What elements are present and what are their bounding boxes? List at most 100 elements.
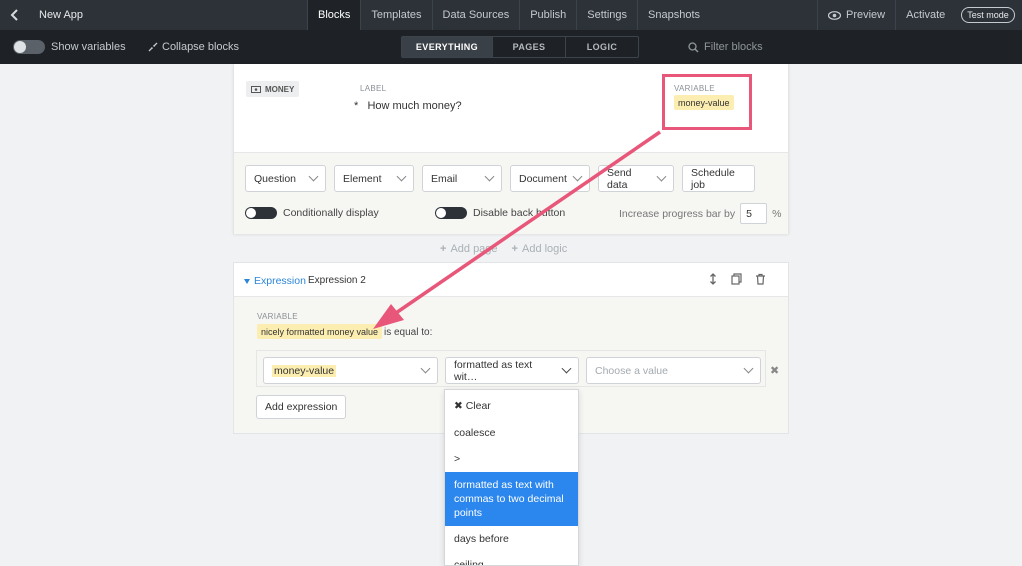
filter-blocks-placeholder: Filter blocks — [704, 41, 763, 53]
expression-name[interactable]: Expression 2 — [308, 275, 366, 286]
chevron-down-icon — [743, 363, 754, 374]
add-row: + Add page + Add logic — [440, 243, 567, 255]
conditionally-display-label: Conditionally display — [283, 207, 379, 219]
tab-blocks[interactable]: Blocks — [307, 0, 361, 30]
show-variables-toggle[interactable]: Show variables — [13, 40, 126, 54]
disable-back-toggle[interactable]: Disable back button — [435, 207, 565, 219]
progress-unit: % — [772, 207, 782, 220]
tab-settings[interactable]: Settings — [576, 0, 637, 30]
add-logic-label: Add logic — [521, 243, 568, 255]
value-select[interactable]: Choose a value — [586, 357, 761, 384]
add-page-label: Add page — [450, 243, 498, 255]
collapse-blocks-label: Collapse blocks — [162, 41, 240, 53]
view-filter-tabs: EVERYTHING PAGES LOGIC — [401, 36, 639, 58]
required-marker: * — [354, 100, 359, 112]
topbar-actions: Preview Activate Test mode — [817, 0, 1015, 30]
block-type-label: MONEY — [265, 84, 295, 94]
menu-item-ceiling[interactable]: ceiling — [445, 552, 578, 565]
toolbar: Show variables Collapse blocks EVERYTHIN… — [0, 30, 1022, 64]
progress-bar-setting: Increase progress bar by 5 % — [619, 203, 782, 224]
collapse-icon — [148, 42, 158, 52]
move-icon[interactable] — [708, 273, 718, 285]
duplicate-icon[interactable] — [731, 273, 742, 285]
collapse-blocks-button[interactable]: Collapse blocks — [148, 41, 239, 53]
back-button[interactable] — [0, 0, 30, 30]
chevron-down-icon — [572, 171, 583, 182]
disable-back-switch[interactable] — [435, 207, 467, 219]
menu-item-days-before[interactable]: days before — [445, 526, 578, 552]
value-placeholder: Choose a value — [595, 364, 668, 377]
tab-snapshots[interactable]: Snapshots — [637, 0, 710, 30]
progress-label: Increase progress bar by — [619, 207, 736, 220]
show-variables-switch[interactable] — [13, 40, 45, 54]
progress-input[interactable]: 5 — [740, 203, 768, 224]
caret-down-icon — [244, 278, 250, 284]
document-dropdown[interactable]: Document — [510, 165, 590, 192]
menu-item-formatted-as-text[interactable]: formatted as text with commas to two dec… — [445, 472, 578, 526]
operator-value: formatted as text wit… — [454, 358, 533, 383]
operator-dropdown-menu: ✖ Clear coalesce > formatted as text wit… — [444, 389, 579, 566]
preview-button[interactable]: Preview — [817, 0, 895, 30]
menu-item-clear[interactable]: ✖ Clear — [445, 390, 578, 420]
preview-label: Preview — [846, 9, 886, 21]
annotation-highlight-box — [662, 74, 752, 130]
chevron-down-icon — [420, 363, 431, 374]
plus-icon: + — [511, 243, 518, 255]
expression-row: money-value formatted as text wit… Choos… — [256, 350, 766, 387]
tab-everything[interactable]: EVERYTHING — [402, 37, 492, 57]
tab-publish[interactable]: Publish — [519, 0, 576, 30]
email-dropdown-label: Email — [431, 172, 458, 185]
conditionally-display-switch[interactable] — [245, 207, 277, 219]
operand-select[interactable]: money-value — [263, 357, 438, 384]
filter-blocks-input[interactable]: Filter blocks — [688, 41, 763, 53]
conditionally-display-toggle[interactable]: Conditionally display — [245, 207, 379, 219]
chevron-down-icon — [656, 171, 667, 182]
add-expression-button[interactable]: Add expression — [256, 395, 347, 419]
eye-icon — [828, 10, 841, 20]
trash-icon[interactable] — [755, 273, 766, 285]
test-mode-badge[interactable]: Test mode — [961, 7, 1015, 23]
variable-caption: VARIABLE — [257, 312, 298, 321]
element-dropdown-label: Element — [343, 172, 382, 185]
equal-to-text: is equal to: — [384, 327, 433, 338]
expression-collapse-toggle[interactable]: Expression — [244, 275, 306, 287]
schedule-job-button[interactable]: Schedule job — [682, 165, 755, 192]
expression-variable-pill[interactable]: nicely formatted money value — [257, 324, 383, 339]
tab-logic[interactable]: LOGIC — [565, 37, 638, 57]
menu-item-greater-than[interactable]: > — [445, 446, 578, 472]
add-page-button[interactable]: + Add page — [440, 243, 498, 255]
email-dropdown[interactable]: Email — [422, 165, 502, 192]
tab-data-sources[interactable]: Data Sources — [431, 0, 520, 30]
question-label[interactable]: * How much money? — [354, 100, 462, 112]
chevron-down-icon — [308, 171, 319, 182]
question-block-footer: Question Element Email Document Send dat… — [234, 152, 788, 234]
top-navigation-bar: New App Blocks Templates Data Sources Pu… — [0, 0, 1022, 30]
menu-item-coalesce[interactable]: coalesce — [445, 420, 578, 446]
disable-back-label: Disable back button — [473, 207, 566, 219]
expression-actions — [708, 273, 766, 285]
expression-type-label: Expression — [254, 275, 306, 287]
question-label-text: How much money? — [367, 100, 462, 112]
label-caption: LABEL — [360, 84, 387, 93]
tab-templates[interactable]: Templates — [360, 0, 431, 30]
element-dropdown[interactable]: Element — [334, 165, 414, 192]
question-dropdown-label: Question — [254, 172, 297, 185]
tab-pages[interactable]: PAGES — [492, 37, 565, 57]
plus-icon: + — [440, 243, 447, 255]
app-name: New App — [39, 9, 84, 21]
remove-expression-button[interactable]: ✖ — [770, 364, 779, 377]
send-data-dropdown-label: Send data — [607, 166, 632, 191]
search-icon — [688, 41, 699, 53]
chevron-down-icon — [396, 171, 407, 182]
document-dropdown-label: Document — [519, 172, 567, 185]
send-data-dropdown[interactable]: Send data — [598, 165, 674, 192]
operator-select[interactable]: formatted as text wit… — [445, 357, 579, 384]
show-variables-label: Show variables — [51, 41, 126, 53]
question-dropdown[interactable]: Question — [245, 165, 326, 192]
add-block-row: Question Element Email Document Send dat… — [245, 165, 755, 192]
expression-block-header: Expression Expression 2 — [234, 263, 788, 297]
activate-button[interactable]: Activate — [895, 0, 955, 30]
operand-value: money-value — [272, 364, 337, 377]
add-logic-button[interactable]: + Add logic — [512, 243, 568, 255]
chevron-down-icon — [561, 363, 572, 374]
